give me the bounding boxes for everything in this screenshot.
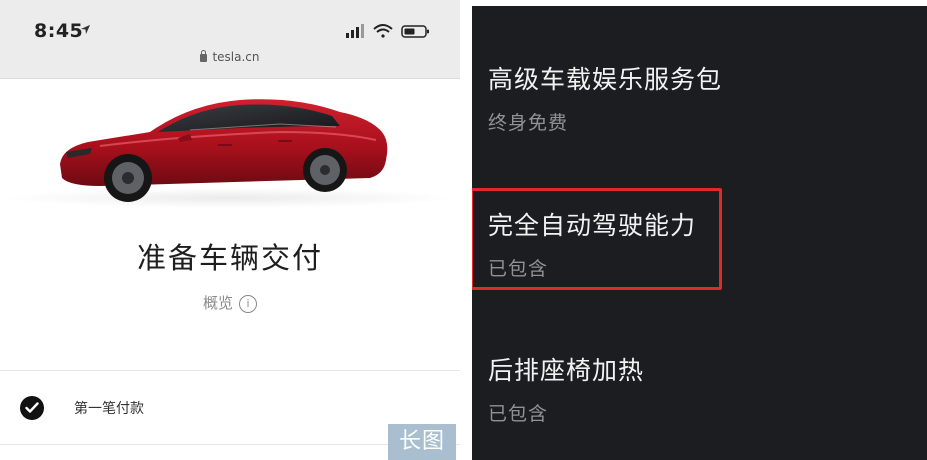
status-icons [346,24,429,38]
url-text: tesla.cn [212,50,260,64]
cellular-signal-icon [346,24,364,38]
page-title: 准备车辆交付 [136,241,323,275]
overview-link[interactable]: 概览 i [0,292,460,313]
wifi-icon [373,24,393,38]
screenshot-composite: 8:45 tesla.cn 准备车辆交付 概览 i 第一笔付款 长图 高级车载娱… [0,0,927,460]
step-label-first-payment[interactable]: 第一笔付款 [74,398,144,418]
feature-title: 完全自动驾驶能力 [488,211,697,240]
divider [0,370,460,371]
feature-title: 后排座椅加热 [488,356,645,385]
lock-icon [200,50,208,62]
location-arrow-icon [80,24,91,35]
overview-label: 概览 [202,294,233,312]
feature-item-rear-seat-heating: 后排座椅加热 已包含 [488,351,644,426]
address-bar[interactable]: tesla.cn [0,50,460,64]
feature-item-entertainment: 高级车载娱乐服务包 终身免费 [488,60,722,135]
feature-title: 高级车载娱乐服务包 [488,65,723,94]
feature-status: 已包含 [488,258,549,280]
feature-status: 已包含 [488,403,549,425]
phone-screen: 8:45 tesla.cn 准备车辆交付 概览 i 第一笔付款 长图 [0,0,460,460]
status-bar: 8:45 tesla.cn [0,0,460,79]
feature-item-full-self-driving: 完全自动驾驶能力 已包含 [488,206,696,281]
car-image [60,99,388,202]
feature-list-panel: 高级车载娱乐服务包 终身免费 完全自动驾驶能力 已包含 后排座椅加热 已包含 [472,6,927,460]
feature-status: 终身免费 [488,112,569,134]
status-time: 8:45 [34,20,84,42]
checkmark-icon [20,396,44,420]
battery-icon [401,25,429,38]
info-icon[interactable]: i [239,295,257,313]
long-image-badge: 长图 [388,424,456,460]
